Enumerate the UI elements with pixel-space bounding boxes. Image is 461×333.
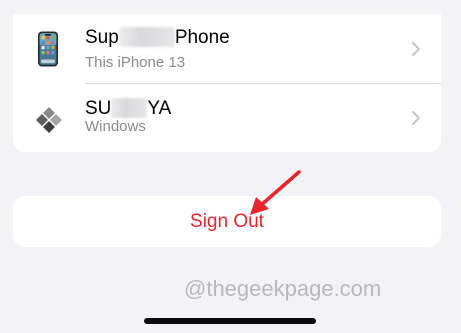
home-indicator[interactable]: [144, 318, 316, 324]
watermark: @thegeekpage.com: [184, 276, 382, 301]
device-row-iphone[interactable]: Sup Phone This iPhone 13: [13, 14, 441, 83]
devices-list: Sup Phone This iPhone 13 SU YA Windows: [13, 14, 441, 152]
device-subtitle: Windows: [85, 118, 146, 135]
device-name: Sup Phone: [85, 27, 230, 48]
iphone-icon: [38, 31, 58, 67]
red-arrow-icon: [250, 170, 301, 215]
device-row-windows[interactable]: SU YA Windows: [13, 83, 441, 152]
sign-out-label: Sign Out: [190, 211, 264, 232]
device-subtitle: This iPhone 13: [85, 54, 186, 71]
chevron-right-icon: [412, 111, 420, 125]
redaction-blur: [118, 27, 175, 47]
redaction-blur: [111, 98, 148, 118]
chevron-right-icon: [412, 42, 420, 56]
windows-icon: [36, 107, 62, 133]
sign-out-button[interactable]: Sign Out: [13, 196, 441, 247]
device-name: SU YA: [85, 98, 172, 119]
